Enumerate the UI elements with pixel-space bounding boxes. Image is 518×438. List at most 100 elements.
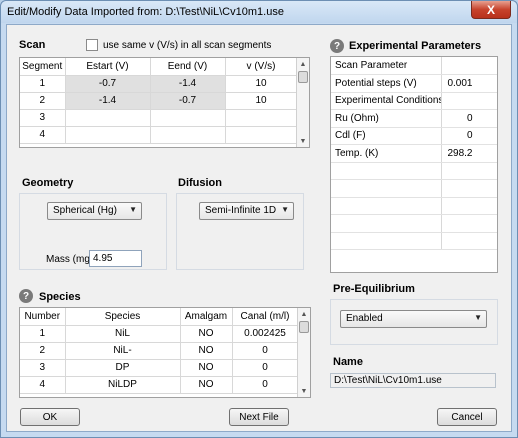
table-row [331, 197, 497, 215]
scan-header-row: Segment Estart (V) Eend (V) v (V/s) [20, 58, 298, 76]
diffusion-select[interactable]: Semi-Infinite 1D ▼ [199, 202, 294, 220]
table-row: 4 NiLDP NO 0 [20, 376, 299, 394]
dropdown-arrow-icon: ▼ [129, 205, 137, 214]
table-row: Experimental Conditions [331, 92, 497, 110]
close-button[interactable]: X [471, 1, 511, 19]
species-cell-name[interactable]: NiL [65, 325, 181, 343]
scan-cell-eend[interactable] [150, 126, 226, 144]
table-row: Ru (Ohm) 0 [331, 109, 497, 128]
scan-cell-estart[interactable] [65, 126, 151, 144]
species-cell-canal[interactable]: 0 [232, 376, 299, 394]
scan-cell-eend[interactable]: -0.7 [150, 92, 226, 110]
scan-cell-segment: 4 [20, 126, 66, 144]
pre-equilibrium-select[interactable]: Enabled ▼ [340, 310, 487, 328]
param-label: Temp. (K) [331, 144, 442, 163]
species-header-row: Number Species Amalgam Canal (m/l) [20, 308, 299, 326]
species-col-header: Species [65, 308, 181, 326]
param-value[interactable]: 0 [441, 109, 497, 128]
scan-grid[interactable]: Segment Estart (V) Eend (V) v (V/s) 1 -0… [19, 57, 310, 148]
scan-cell-v[interactable] [225, 126, 298, 144]
species-cell-canal[interactable]: 0 [232, 359, 299, 377]
table-row: 2 -1.4 -0.7 10 [20, 92, 298, 110]
param-value[interactable]: 298.2 [441, 144, 497, 163]
scroll-down-arrow-icon[interactable]: ▼ [297, 135, 309, 147]
species-cell-name[interactable]: DP [65, 359, 181, 377]
scan-cell-v[interactable]: 10 [225, 92, 298, 110]
param-label: Experimental Conditions [331, 92, 442, 110]
species-grid[interactable]: Number Species Amalgam Canal (m/l) 1 NiL… [19, 307, 311, 398]
param-label: Ru (Ohm) [331, 109, 442, 128]
scroll-down-arrow-icon[interactable]: ▼ [298, 385, 310, 397]
scan-cell-segment: 2 [20, 92, 66, 110]
table-row: Scan Parameter [331, 57, 497, 75]
table-row [331, 179, 497, 198]
species-col-header: Canal (m/l) [232, 308, 299, 326]
scan-cell-v[interactable]: 10 [225, 75, 298, 93]
mass-input[interactable]: 4.95 [89, 250, 142, 267]
species-cell-canal[interactable]: 0 [232, 342, 299, 360]
cancel-button[interactable]: Cancel [437, 408, 497, 426]
scan-table: Segment Estart (V) Eend (V) v (V/s) 1 -0… [20, 58, 298, 144]
scan-cell-estart[interactable]: -0.7 [65, 75, 151, 93]
species-cell-amalgam[interactable]: NO [180, 359, 233, 377]
dialog-body: Scan use same v (V/s) in all scan segmen… [6, 24, 512, 432]
experimental-grid[interactable]: Scan Parameter Potential steps (V) 0.001… [330, 56, 498, 273]
scan-cell-segment: 1 [20, 75, 66, 93]
name-title: Name [333, 356, 363, 368]
table-row [331, 162, 497, 180]
scan-cell-segment: 3 [20, 109, 66, 127]
param-label: Scan Parameter [331, 57, 442, 75]
next-file-button[interactable]: Next File [229, 408, 289, 426]
scroll-thumb[interactable] [299, 321, 309, 333]
experimental-table: Scan Parameter Potential steps (V) 0.001… [331, 57, 497, 250]
species-cell-name[interactable]: NiL- [65, 342, 181, 360]
geometry-selected-value: Spherical (Hg) [53, 205, 117, 216]
dropdown-arrow-icon: ▼ [281, 205, 289, 214]
dropdown-arrow-icon: ▼ [474, 313, 482, 322]
species-table: Number Species Amalgam Canal (m/l) 1 NiL… [20, 308, 299, 394]
species-cell-canal[interactable]: 0.002425 [232, 325, 299, 343]
geometry-select[interactable]: Spherical (Hg) ▼ [47, 202, 142, 220]
param-value[interactable]: 0.001 [441, 74, 497, 93]
species-cell-amalgam[interactable]: NO [180, 325, 233, 343]
scan-scrollbar[interactable]: ▲ ▼ [296, 58, 309, 147]
title-bar[interactable]: Edit/Modify Data Imported from: D:\Test\… [1, 1, 517, 23]
species-cell-number: 4 [20, 376, 66, 394]
scan-cell-eend[interactable]: -1.4 [150, 75, 226, 93]
scroll-thumb[interactable] [298, 71, 308, 83]
species-cell-name[interactable]: NiLDP [65, 376, 181, 394]
species-cell-amalgam[interactable]: NO [180, 342, 233, 360]
table-row: 4 [20, 126, 298, 144]
species-scrollbar[interactable]: ▲ ▼ [297, 308, 310, 397]
scan-cell-estart[interactable] [65, 109, 151, 127]
help-icon[interactable]: ? [330, 39, 344, 53]
scroll-up-arrow-icon[interactable]: ▲ [297, 58, 309, 70]
scan-col-header: Estart (V) [65, 58, 151, 76]
param-label: Cdl (F) [331, 127, 442, 145]
param-value[interactable] [441, 92, 497, 110]
param-value[interactable]: 0 [441, 127, 497, 145]
ok-button[interactable]: OK [20, 408, 80, 426]
name-field: D:\Test\NiL\Cv10m1.use [330, 373, 496, 388]
diffusion-title: Difusion [178, 177, 222, 189]
species-cell-number: 1 [20, 325, 66, 343]
scan-col-header: Eend (V) [150, 58, 226, 76]
same-v-checkbox[interactable] [86, 39, 98, 51]
scan-col-header: Segment [20, 58, 66, 76]
scan-cell-estart[interactable]: -1.4 [65, 92, 151, 110]
scan-cell-v[interactable] [225, 109, 298, 127]
table-row: Potential steps (V) 0.001 [331, 74, 497, 93]
scroll-up-arrow-icon[interactable]: ▲ [298, 308, 310, 320]
species-cell-amalgam[interactable]: NO [180, 376, 233, 394]
diffusion-selected-value: Semi-Infinite 1D [205, 205, 277, 216]
param-value[interactable] [441, 57, 497, 75]
species-cell-number: 2 [20, 342, 66, 360]
mass-label: Mass (mg) [46, 254, 94, 265]
species-col-header: Number [20, 308, 66, 326]
help-icon[interactable]: ? [19, 289, 33, 303]
table-row: 3 DP NO 0 [20, 359, 299, 377]
scan-cell-eend[interactable] [150, 109, 226, 127]
species-cell-number: 3 [20, 359, 66, 377]
pre-equilibrium-selected-value: Enabled [346, 313, 383, 324]
same-v-label: use same v (V/s) in all scan segments [103, 40, 272, 51]
